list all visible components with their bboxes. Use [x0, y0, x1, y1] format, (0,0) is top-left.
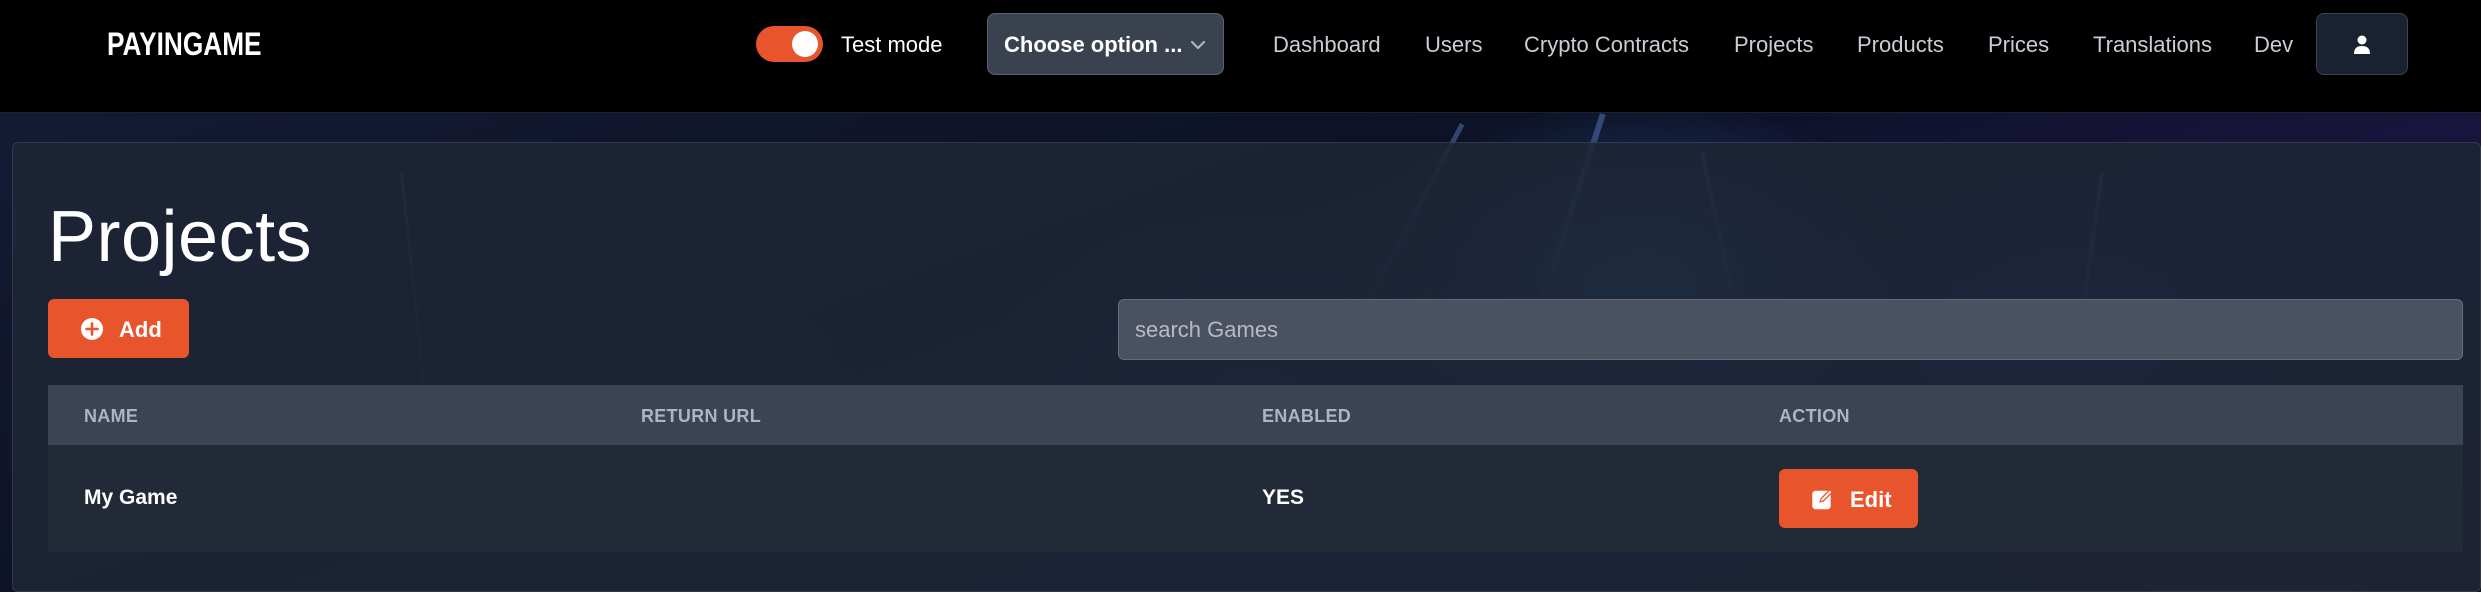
column-header-name: NAME	[84, 406, 139, 426]
table-row: My Game YES Edit	[48, 445, 2463, 552]
column-header-action: ACTION	[1779, 406, 1850, 426]
chevron-down-icon	[1190, 40, 1206, 50]
nav-projects[interactable]: Projects	[1734, 32, 1813, 58]
column-header-return-url: RETURN URL	[641, 406, 761, 426]
cell-name: My Game	[84, 486, 178, 509]
nav-dashboard[interactable]: Dashboard	[1273, 32, 1381, 58]
nav-dev[interactable]: Dev	[2254, 32, 2293, 58]
top-navbar: PAYINGAME Test mode Choose option ... Da…	[0, 0, 2481, 113]
table-header: NAME RETURN URL ENABLED ACTION	[48, 385, 2463, 445]
logo[interactable]: PAYINGAME	[107, 26, 262, 63]
test-mode-label: Test mode	[841, 32, 943, 57]
edit-button[interactable]: Edit	[1779, 469, 1918, 528]
edit-button-label: Edit	[1850, 487, 1892, 512]
nav-prices[interactable]: Prices	[1988, 32, 2049, 58]
nav-translations[interactable]: Translations	[2093, 32, 2212, 58]
option-select[interactable]: Choose option ...	[987, 13, 1224, 75]
user-menu-button[interactable]	[2316, 13, 2408, 75]
test-mode-toggle[interactable]	[756, 26, 823, 62]
edit-icon	[1812, 489, 1833, 510]
toggle-knob	[792, 31, 818, 57]
page-title: Projects	[48, 197, 313, 277]
nav-users[interactable]: Users	[1425, 32, 1482, 58]
add-button-label: Add	[119, 317, 162, 342]
add-button[interactable]: Add	[48, 299, 189, 358]
column-header-enabled: ENABLED	[1262, 406, 1352, 426]
nav-products[interactable]: Products	[1857, 32, 1944, 58]
plus-circle-icon	[81, 318, 103, 340]
select-value: Choose option ...	[1004, 32, 1183, 57]
user-icon	[2354, 35, 2370, 54]
search-input[interactable]	[1118, 299, 2463, 360]
cell-enabled: YES	[1262, 486, 1305, 509]
nav-crypto-contracts[interactable]: Crypto Contracts	[1524, 32, 1689, 58]
